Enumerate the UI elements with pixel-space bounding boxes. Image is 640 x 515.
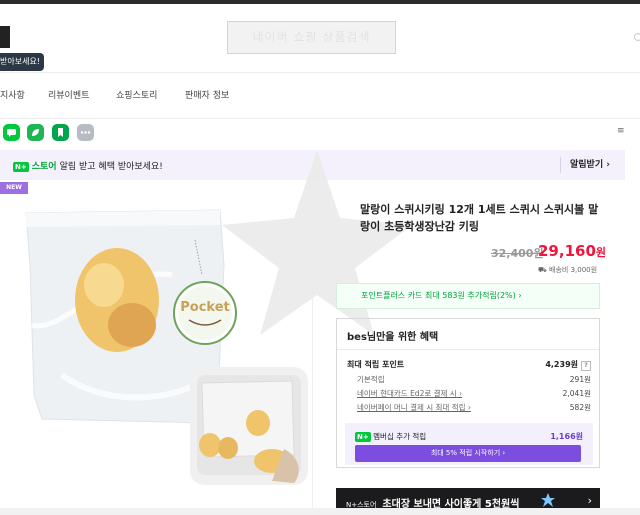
search-placeholder-bar[interactable]: 네이버 쇼핑 상품검색 — [227, 21, 396, 54]
start-membership-button[interactable]: 최대 5% 적립 시작하기 › — [355, 445, 581, 462]
benefit-row-card[interactable]: 네이버 현대카드 Ed2로 결제 시 › 2,041원 — [347, 388, 591, 400]
membership-label: 멤버십 추가 적립 — [373, 432, 427, 441]
membership-label-wrap: N+ 멤버십 추가 적립 — [355, 431, 426, 442]
menu-icon[interactable]: ≡ — [617, 126, 625, 136]
truck-icon: ⛟ — [538, 266, 550, 274]
benefit-row-label: 최대 적립 포인트 — [347, 360, 405, 369]
logo-fragment — [0, 26, 10, 48]
benefit-row-value: 291원 — [569, 375, 591, 384]
browser-top-bar — [0, 0, 640, 4]
original-price: 32,400원 — [491, 247, 544, 260]
new-badge: NEW — [0, 182, 28, 194]
bookmark-icon[interactable] — [52, 124, 69, 141]
benefit-row-value: 2,041원 — [562, 389, 591, 398]
nplus-badge: N+ — [355, 432, 371, 442]
benefit-divider — [337, 349, 599, 350]
nav-item-seller-info[interactable]: 판매자 정보 — [185, 88, 229, 101]
page-bottom-strip — [0, 508, 640, 515]
talk-icon[interactable] — [3, 124, 20, 141]
nav-item-review-event[interactable]: 리뷰이벤트 — [48, 88, 89, 101]
nav-divider — [0, 118, 640, 119]
sale-price-value: 29,160 — [538, 242, 596, 260]
corner-icon[interactable] — [634, 33, 640, 41]
help-icon[interactable]: ? — [581, 361, 591, 371]
benefit-max-value: 4,239원 — [545, 360, 578, 369]
benefit-title: bes님만을 위한 혜택 — [347, 332, 439, 343]
benefit-row-basic: 기본적립 291원 — [347, 374, 591, 386]
benefit-row-link[interactable]: 네이버페이 머니 결제 시 최대 적립 › — [357, 402, 471, 413]
band-icon[interactable] — [27, 124, 44, 141]
benefit-row-max: 최대 적립 포인트 4,239원? — [347, 359, 591, 371]
nav-item-notice[interactable]: 지사항 — [0, 88, 25, 101]
benefit-row-pay[interactable]: 네이버페이 머니 결제 시 최대 적립 › 582원 — [347, 402, 591, 414]
benefit-row-label: 기본적립 — [357, 375, 385, 384]
point-card-offer[interactable]: 포인트플러스 카드 최대 583원 추가적립(2%) › — [336, 283, 600, 309]
chevron-right-icon: › — [587, 494, 592, 507]
shipping-text: 배송비 3,000원 — [549, 266, 598, 274]
sale-price: 29,160원 — [538, 242, 606, 260]
nav-divider-top — [0, 72, 640, 73]
benefit-row-link[interactable]: 네이버 현대카드 Ed2로 결제 시 › — [357, 388, 462, 399]
nplus-badge: N+ — [13, 161, 29, 172]
alarm-text-wrap: N+ 스토어 알림 받고 혜택 받아보세요! — [13, 159, 163, 172]
store-word: 스토어 — [31, 162, 57, 172]
alarm-message: 알림 받고 혜택 받아보세요! — [59, 162, 163, 172]
mascot-icon — [541, 493, 555, 507]
tooltip-bubble: 받아보세요! — [0, 53, 45, 71]
more-dots-icon[interactable] — [77, 124, 94, 141]
alarm-subscribe-button[interactable]: 알림받기 › — [560, 157, 610, 173]
membership-value: 1,166원 — [550, 432, 583, 441]
sale-price-unit: 원 — [595, 246, 607, 259]
benefit-box: bes님만을 위한 혜택 최대 적립 포인트 4,239원? 기본적립 291원… — [336, 318, 600, 468]
benefit-row-value: 4,239원? — [545, 359, 591, 371]
benefit-row-value: 582원 — [569, 403, 591, 412]
membership-panel: N+ 멤버십 추가 적립 1,166원 최대 5% 적립 시작하기 › — [345, 423, 593, 465]
shipping-fee: ⛟ 배송비 3,000원 — [538, 265, 597, 275]
product-title: 말랑이 스퀴시키링 12개 1세트 스퀴시 스퀴시볼 말랑이 초등학생장난감 키… — [360, 203, 599, 233]
nav-item-shopping-story[interactable]: 쇼핑스토리 — [116, 88, 157, 101]
